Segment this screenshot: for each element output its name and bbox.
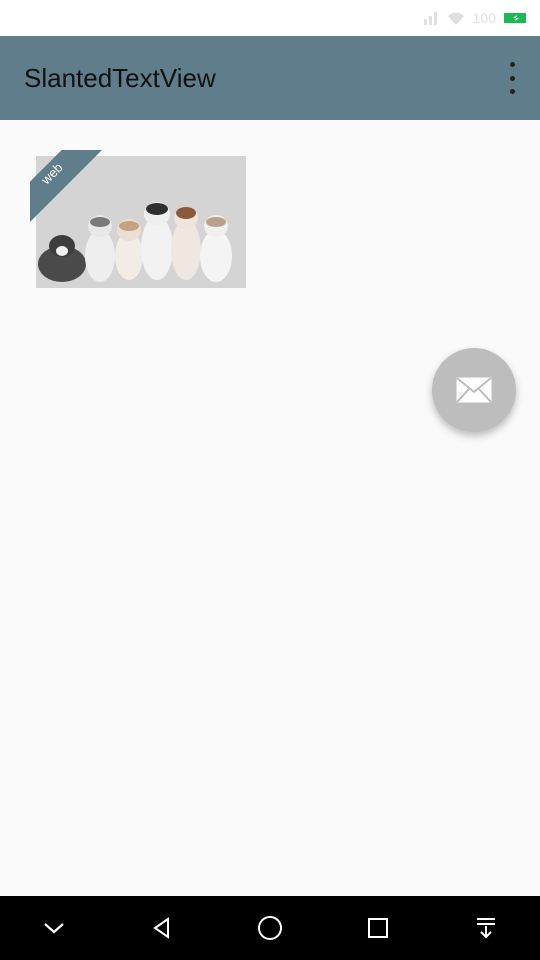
notification-pull-icon <box>477 918 495 939</box>
signal-icon <box>423 12 437 25</box>
recents-button[interactable] <box>354 904 402 952</box>
overflow-dot <box>509 89 515 94</box>
charging-icon <box>504 13 526 23</box>
wifi-icon <box>447 12 464 25</box>
recents-icon <box>368 918 388 938</box>
notification-pull-button[interactable] <box>462 904 510 952</box>
more-vert-icon[interactable] <box>504 62 520 94</box>
slanted-image-card: web <box>30 150 246 288</box>
overflow-dot <box>509 62 515 67</box>
page-title: SlantedTextView <box>24 62 216 93</box>
mail-fab-button[interactable] <box>432 348 516 432</box>
home-icon <box>258 916 282 940</box>
mail-icon <box>456 377 492 403</box>
overflow-dot <box>509 75 515 81</box>
collapse-button[interactable] <box>30 904 78 952</box>
collapse-icon <box>44 923 64 934</box>
status-right: 100 <box>423 10 528 26</box>
back-button[interactable] <box>138 904 186 952</box>
system-navigation-bar <box>0 896 540 960</box>
back-icon <box>153 917 169 939</box>
status-bar: 100 <box>0 0 540 36</box>
battery-level: 100 <box>472 10 496 26</box>
app-bar: SlantedTextView <box>0 36 540 120</box>
main-content: web <box>0 120 540 896</box>
home-button[interactable] <box>246 904 294 952</box>
